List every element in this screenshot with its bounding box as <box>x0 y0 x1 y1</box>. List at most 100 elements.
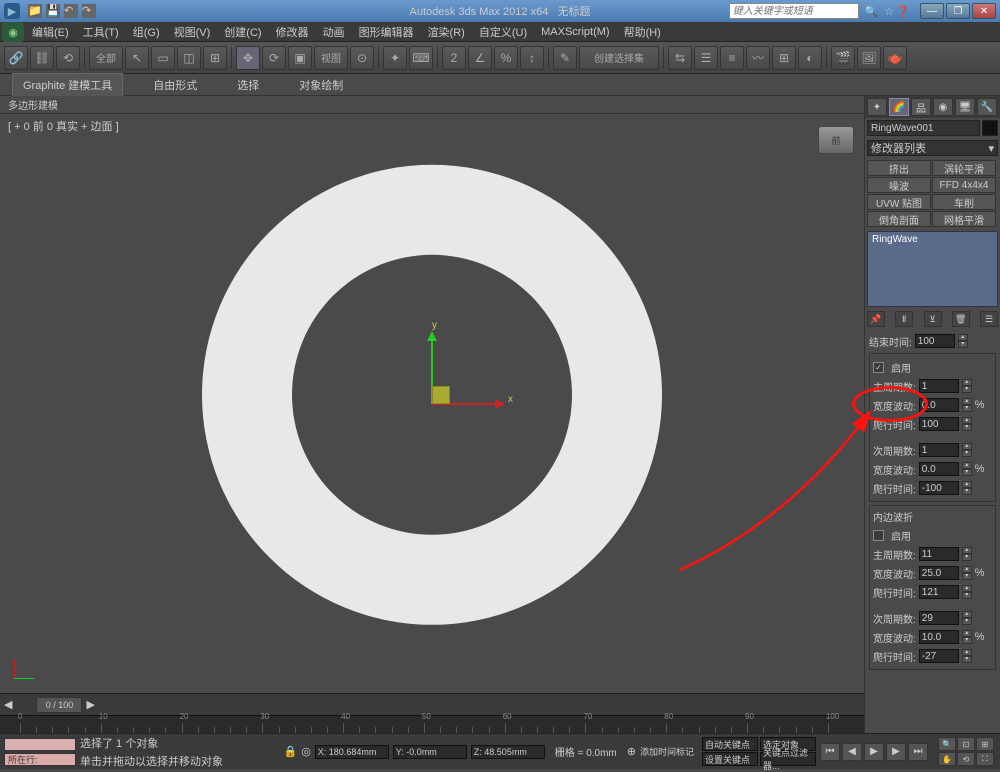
spinner-down-icon[interactable]: ▾ <box>962 450 972 457</box>
keyfilter-button[interactable]: 关键点过滤器... <box>760 752 816 766</box>
configure-icon[interactable]: ☰ <box>980 311 998 327</box>
ref-coord-system[interactable]: 视图 <box>314 46 348 70</box>
spinner-up-icon[interactable]: ▴ <box>962 649 972 656</box>
sec-period2-spinner[interactable]: 29 <box>919 611 959 625</box>
next-frame-icon[interactable]: ▶ <box>886 743 906 761</box>
goto-end-icon[interactable]: ⏭ <box>908 743 928 761</box>
play-icon[interactable]: ▶ <box>864 743 884 761</box>
qat-redo-icon[interactable]: ↷ <box>82 4 96 18</box>
tab-motion-icon[interactable]: ◉ <box>933 98 953 116</box>
width-flux3-spinner[interactable]: 25.0 <box>919 566 959 580</box>
add-time-tag[interactable]: 添加时间标记 <box>640 745 694 758</box>
pan-icon[interactable]: ✋ <box>938 752 956 766</box>
close-button[interactable]: ✕ <box>972 3 996 19</box>
main-period1-spinner[interactable]: 1 <box>919 379 959 393</box>
remove-mod-icon[interactable]: 🗑 <box>952 311 970 327</box>
modifier-list-dropdown[interactable]: 修改器列表▾ <box>867 140 998 156</box>
spinner-down-icon[interactable]: ▾ <box>962 656 972 663</box>
spinner-up-icon[interactable]: ▴ <box>962 630 972 637</box>
minimize-button[interactable]: — <box>920 3 944 19</box>
pivot-icon[interactable]: ⊙ <box>350 46 374 70</box>
schematic-icon[interactable]: ⊞ <box>772 46 796 70</box>
stack-item-ringwave[interactable]: RingWave <box>868 232 997 247</box>
help-search-input[interactable] <box>729 3 859 19</box>
menu-edit[interactable]: 编辑(E) <box>26 22 75 42</box>
outer-enable-checkbox[interactable]: ✓ <box>873 362 884 373</box>
mod-extrude-button[interactable]: 挤出 <box>867 160 931 176</box>
ts-prev-icon[interactable]: ◀ <box>4 698 12 711</box>
spinner-down-icon[interactable]: ▾ <box>962 424 972 431</box>
render-icon[interactable]: 🫖 <box>883 46 907 70</box>
goto-start-icon[interactable]: ⏮ <box>820 743 840 761</box>
menu-grapheditors[interactable]: 图形编辑器 <box>353 22 420 42</box>
spinner-up-icon[interactable]: ▴ <box>958 334 968 341</box>
crawl-time3-spinner[interactable]: 121 <box>919 585 959 599</box>
named-selset-edit-icon[interactable]: ✎ <box>553 46 577 70</box>
spinner-down-icon[interactable]: ▾ <box>958 341 968 348</box>
viewcube[interactable]: 前 <box>818 126 854 154</box>
spinner-up-icon[interactable]: ▴ <box>962 443 972 450</box>
isolate-icon[interactable]: ◎ <box>301 745 311 758</box>
mod-uvw-button[interactable]: UVW 贴图 <box>867 194 931 210</box>
ribbon-tab-graphite[interactable]: Graphite 建模工具 <box>12 73 123 96</box>
crawl-time2-spinner[interactable]: -100 <box>919 481 959 495</box>
spinner-down-icon[interactable]: ▾ <box>962 469 972 476</box>
align-icon[interactable]: ☰ <box>694 46 718 70</box>
spinner-up-icon[interactable]: ▴ <box>962 566 972 573</box>
main-period2-spinner[interactable]: 11 <box>919 547 959 561</box>
restore-button[interactable]: ❐ <box>946 3 970 19</box>
coord-x-field[interactable]: X: 180.684mm <box>315 745 389 759</box>
ts-next-icon[interactable]: ▶ <box>86 698 94 711</box>
mod-turbosmooth-button[interactable]: 涡轮平滑 <box>932 160 996 176</box>
crawl-time1-spinner[interactable]: 100 <box>919 417 959 431</box>
menu-create[interactable]: 创建(C) <box>218 22 267 42</box>
time-slider-handle[interactable]: 0 / 100 <box>36 697 82 713</box>
mod-meshsmooth-button[interactable]: 网格平滑 <box>932 211 996 227</box>
select-region-icon[interactable]: ◫ <box>177 46 201 70</box>
show-end-icon[interactable]: Ⅱ <box>895 311 913 327</box>
mod-lathe-button[interactable]: 车削 <box>932 194 996 210</box>
spinner-down-icon[interactable]: ▾ <box>962 488 972 495</box>
unlink-icon[interactable]: ⛓ <box>30 46 54 70</box>
zoom-all-icon[interactable]: ⊡ <box>957 737 975 751</box>
menu-tools[interactable]: 工具(T) <box>77 22 125 42</box>
qat-save-icon[interactable]: 💾 <box>46 4 60 18</box>
spinner-up-icon[interactable]: ▴ <box>962 481 972 488</box>
window-crossing-icon[interactable]: ⊞ <box>203 46 227 70</box>
mini-listener[interactable] <box>4 738 76 751</box>
selection-filter[interactable]: 全部 <box>89 46 123 70</box>
select-icon[interactable]: ↖ <box>125 46 149 70</box>
width-flux2-spinner[interactable]: 0.0 <box>919 462 959 476</box>
menu-customize[interactable]: 自定义(U) <box>473 22 533 42</box>
spinner-down-icon[interactable]: ▾ <box>962 386 972 393</box>
tab-display-icon[interactable]: 🖥 <box>955 98 975 116</box>
menu-modifiers[interactable]: 修改器 <box>270 22 315 42</box>
link-icon[interactable]: 🔗 <box>4 46 28 70</box>
menu-group[interactable]: 组(G) <box>127 22 166 42</box>
width-flux4-spinner[interactable]: 10.0 <box>919 630 959 644</box>
move-icon[interactable]: ✥ <box>236 46 260 70</box>
render-frame-icon[interactable]: 🖼 <box>857 46 881 70</box>
prev-frame-icon[interactable]: ◀ <box>842 743 862 761</box>
menu-animation[interactable]: 动画 <box>317 22 351 42</box>
object-color-swatch[interactable] <box>982 120 998 136</box>
gizmo-plane-icon[interactable] <box>432 386 450 404</box>
help-icon[interactable]: ❓ <box>896 5 910 18</box>
qat-open-icon[interactable]: 📁 <box>28 4 42 18</box>
spinner-up-icon[interactable]: ▴ <box>962 611 972 618</box>
lock-icon[interactable]: 🔒 <box>283 745 297 758</box>
spinner-down-icon[interactable]: ▾ <box>962 405 972 412</box>
spinner-down-icon[interactable]: ▾ <box>962 637 972 644</box>
time-slider[interactable]: ◀ 0 / 100 ▶ <box>0 693 864 715</box>
snap-percent-icon[interactable]: % <box>494 46 518 70</box>
select-name-icon[interactable]: ▭ <box>151 46 175 70</box>
mirror-icon[interactable]: ⇆ <box>668 46 692 70</box>
spinner-down-icon[interactable]: ▾ <box>962 554 972 561</box>
snap-angle-icon[interactable]: ∠ <box>468 46 492 70</box>
menu-help[interactable]: 帮助(H) <box>618 22 667 42</box>
mod-ffd-button[interactable]: FFD 4x4x4 <box>932 177 996 193</box>
ribbon-tab-paint[interactable]: 对象绘制 <box>289 74 353 96</box>
spinner-up-icon[interactable]: ▴ <box>962 462 972 469</box>
make-unique-icon[interactable]: ⊻ <box>924 311 942 327</box>
material-editor-icon[interactable]: ◐ <box>798 46 822 70</box>
